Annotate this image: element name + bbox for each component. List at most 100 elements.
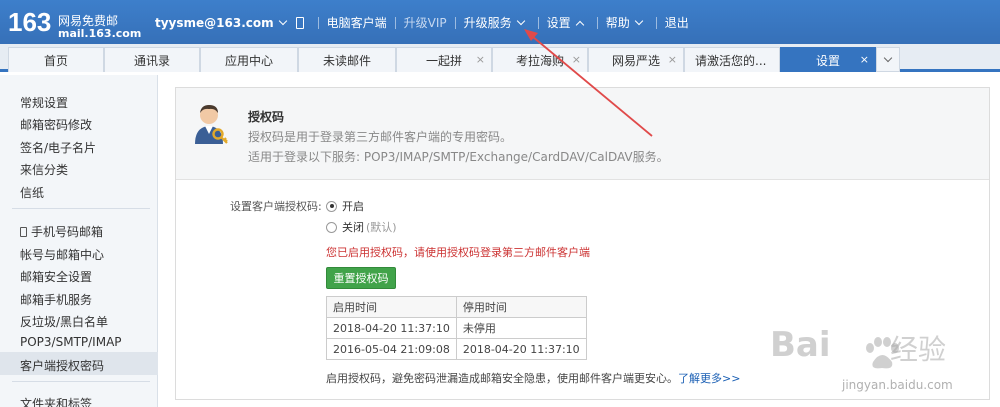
divider bbox=[596, 16, 598, 29]
sidebar-item-security[interactable]: 邮箱安全设置 bbox=[20, 268, 92, 285]
table-cell: 未停用 bbox=[455, 317, 587, 339]
table-cell: 2016-05-04 21:09:08 bbox=[326, 338, 457, 360]
radio-enable-label: 开启 bbox=[342, 200, 364, 213]
phone-icon[interactable] bbox=[295, 16, 304, 29]
auth-services: 适用于登录以下服务: POP3/IMAP/SMTP/Exchange/CardD… bbox=[248, 150, 669, 164]
auth-description: 授权码是用于登录第三方邮件客户端的专用密码。 bbox=[248, 130, 513, 144]
nav-upgrade-vip[interactable]: 升级VIP bbox=[404, 14, 447, 31]
column-header: 停用时间 bbox=[455, 296, 587, 318]
user-menu[interactable]: tyysme@163.com bbox=[155, 16, 304, 30]
tab-label: 未读邮件 bbox=[322, 53, 371, 68]
watermark-url: jingyan.baidu.com bbox=[842, 378, 953, 392]
nav-upgrade-service-label: 升级服务 bbox=[463, 16, 512, 30]
tab-activate[interactable]: 请激活您的... bbox=[684, 47, 780, 72]
sidebar-item-filters[interactable]: 来信分类 bbox=[20, 161, 68, 178]
sidebar-item-mobile-service[interactable]: 邮箱手机服务 bbox=[20, 291, 92, 308]
tab-kaola[interactable]: 考拉海购 × bbox=[492, 47, 588, 72]
tab-more-button[interactable] bbox=[876, 47, 900, 72]
auth-intro: 授权码 授权码是用于登录第三方邮件客户端的专用密码。 适用于登录以下服务: PO… bbox=[176, 88, 989, 180]
tab-label: 设置 bbox=[815, 53, 840, 68]
radio-enable[interactable]: 开启 bbox=[326, 198, 364, 214]
logo-domain: mail.163.com bbox=[58, 27, 142, 40]
table-cell: 2018-04-20 11:37:10 bbox=[326, 317, 457, 339]
nav-settings[interactable]: 设置 bbox=[547, 14, 589, 31]
table-row: 2016-05-04 21:09:08 2018-04-20 11:37:10 bbox=[326, 338, 587, 360]
sidebar-item-antispam[interactable]: 反垃圾/黑白名单 bbox=[20, 313, 108, 330]
nav-help[interactable]: 帮助 bbox=[606, 14, 648, 31]
close-icon[interactable]: × bbox=[860, 53, 869, 66]
divider bbox=[537, 16, 539, 29]
auth-setting-label: 设置客户端授权码: bbox=[230, 200, 322, 213]
auth-footer-note: 启用授权码，避免密码泄漏造成邮箱安全隐患，使用邮件客户端更安心。了解更多>> bbox=[326, 370, 740, 386]
sidebar-item-label: 手机号码邮箱 bbox=[31, 225, 104, 239]
sidebar-item-stationery[interactable]: 信纸 bbox=[20, 184, 44, 201]
tab-unread[interactable]: 未读邮件 bbox=[298, 47, 396, 72]
top-header: 163 网易免费邮 mail.163.com tyysme@163.com 电脑… bbox=[0, 0, 1000, 44]
radio-default-note: (默认) bbox=[366, 221, 397, 234]
sidebar-item-folders[interactable]: 文件夹和标签 bbox=[20, 395, 92, 407]
sidebar-item-account-center[interactable]: 帐号与邮箱中心 bbox=[20, 246, 104, 263]
sidebar-divider bbox=[12, 381, 150, 382]
tab-yanxuan[interactable]: 网易严选 × bbox=[588, 47, 684, 72]
tab-app-center[interactable]: 应用中心 bbox=[200, 47, 298, 72]
table-row: 2018-04-20 11:37:10 未停用 bbox=[326, 317, 587, 339]
user-key-icon bbox=[195, 105, 228, 144]
divider bbox=[454, 16, 456, 29]
reset-auth-code-button[interactable]: 重置授权码 bbox=[326, 267, 396, 289]
sidebar-item-general[interactable]: 常规设置 bbox=[20, 94, 68, 111]
sidebar-item-pop3[interactable]: POP3/SMTP/IMAP bbox=[20, 335, 122, 349]
table-header-row: 启用时间 停用时间 bbox=[326, 296, 587, 318]
radio-disable-label: 关闭 bbox=[342, 221, 364, 234]
radio-disable[interactable]: 关闭 (默认) bbox=[326, 219, 397, 235]
footer-text: 启用授权码，避免密码泄漏造成邮箱安全隐患，使用邮件客户端更安心。 bbox=[326, 372, 678, 385]
divider bbox=[655, 16, 657, 29]
nav-desktop-client[interactable]: 电脑客户端 bbox=[327, 14, 387, 31]
tab-pinpin[interactable]: 一起拼 × bbox=[396, 47, 492, 72]
close-icon[interactable]: × bbox=[476, 53, 485, 66]
nav-logout[interactable]: 退出 bbox=[665, 14, 689, 31]
chevron-down-icon bbox=[883, 53, 893, 62]
auth-code-panel: 授权码 授权码是用于登录第三方邮件客户端的专用密码。 适用于登录以下服务: PO… bbox=[175, 87, 990, 400]
tab-label: 请激活您的... bbox=[695, 53, 767, 68]
tab-contacts[interactable]: 通讯录 bbox=[104, 47, 200, 72]
tab-bar: 首页 通讯录 应用中心 未读邮件 一起拼 × 考拉海购 × 网易严选 × 请激活您的.… bbox=[0, 44, 1000, 72]
top-nav: tyysme@163.com 电脑客户端 升级VIP 升级服务 设置 帮助 退出 bbox=[155, 14, 689, 31]
mobile-icon bbox=[20, 227, 27, 237]
close-icon[interactable]: × bbox=[668, 53, 677, 66]
watermark-brand: Bai bbox=[770, 325, 831, 365]
tab-label: 通讯录 bbox=[133, 53, 170, 68]
divider bbox=[317, 16, 319, 29]
radio-button[interactable] bbox=[326, 221, 337, 233]
chevron-down-icon bbox=[278, 16, 287, 25]
close-icon[interactable]: × bbox=[572, 53, 581, 66]
tab-label: 一起拼 bbox=[425, 53, 462, 68]
learn-more-link[interactable]: 了解更多>> bbox=[678, 372, 740, 385]
sidebar-item-signature[interactable]: 签名/电子名片 bbox=[20, 139, 96, 156]
sidebar-divider bbox=[12, 208, 150, 209]
nav-settings-label: 设置 bbox=[546, 16, 571, 30]
column-header: 启用时间 bbox=[326, 296, 457, 318]
table-cell: 2018-04-20 11:37:10 bbox=[455, 338, 587, 360]
divider bbox=[394, 16, 396, 29]
sidebar-item-password[interactable]: 邮箱密码修改 bbox=[20, 116, 92, 133]
chevron-down-icon bbox=[516, 16, 525, 25]
watermark-cn: 经验 bbox=[890, 333, 947, 366]
logo-number: 163 bbox=[8, 7, 52, 37]
enabled-warning: 您已启用授权码，请使用授权码登录第三方邮件客户端 bbox=[326, 246, 590, 259]
tab-label: 首页 bbox=[43, 53, 68, 68]
radio-button-checked[interactable] bbox=[326, 200, 337, 212]
sidebar-item-mobile-mail[interactable]: 手机号码邮箱 bbox=[20, 223, 103, 240]
nav-upgrade-service[interactable]: 升级服务 bbox=[464, 14, 530, 31]
tab-label: 考拉海购 bbox=[515, 53, 564, 68]
sidebar-item-client-auth[interactable]: 客户端授权密码 bbox=[20, 357, 104, 374]
nav-help-label: 帮助 bbox=[605, 16, 630, 30]
tab-label: 应用中心 bbox=[224, 53, 273, 68]
chevron-up-icon bbox=[575, 20, 584, 29]
settings-sidebar: 常规设置 邮箱密码修改 签名/电子名片 来信分类 信纸 手机号码邮箱 帐号与邮箱… bbox=[0, 75, 158, 407]
chevron-down-icon bbox=[634, 16, 643, 25]
user-email: tyysme@163.com bbox=[155, 15, 274, 30]
tab-settings[interactable]: 设置 × bbox=[780, 47, 876, 72]
tab-home[interactable]: 首页 bbox=[8, 47, 104, 72]
auth-history-table: 启用时间 停用时间 2018-04-20 11:37:10 未停用 2016-0… bbox=[326, 296, 587, 360]
tab-label: 网易严选 bbox=[611, 53, 660, 68]
